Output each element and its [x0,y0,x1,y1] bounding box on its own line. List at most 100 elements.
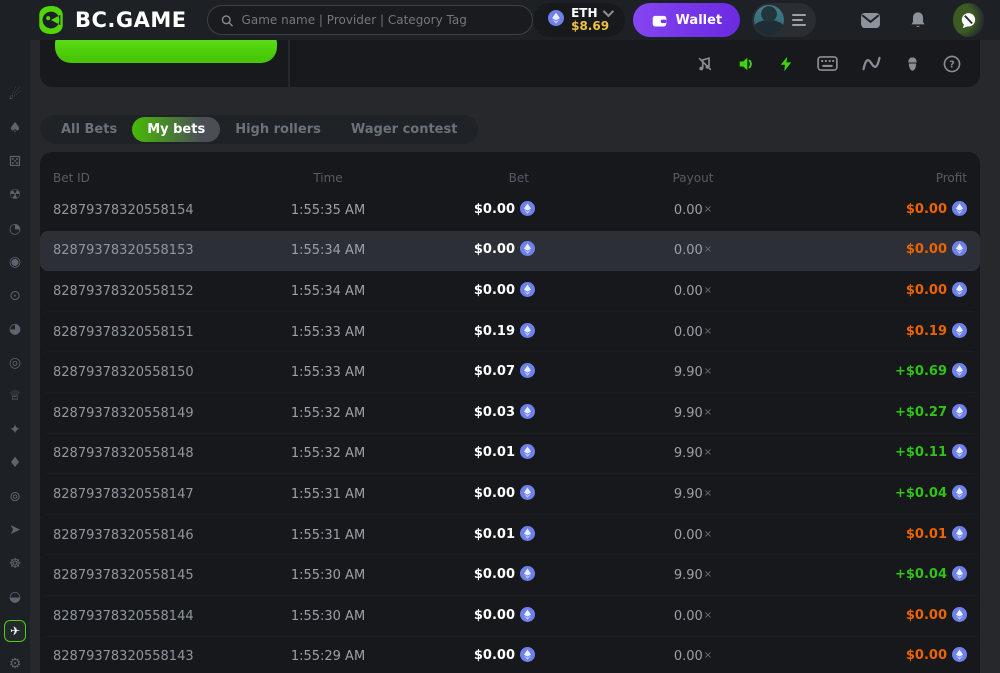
sidebar-item-ufo[interactable]: ◒ [0,581,30,615]
bet-row[interactable]: 82879378320558147 1:55:31 AM $0.00 9.90× +$0… [40,474,980,515]
profile-menu-icon [792,14,807,26]
eth-coin-icon [520,484,535,504]
profile-menu[interactable] [752,3,817,37]
eth-coin-icon [952,647,967,666]
bet-row[interactable]: 82879378320558148 1:55:32 AM $0.01 9.90× +$0… [40,434,980,475]
notifications-button[interactable] [909,11,927,30]
wallet-icon [652,15,666,26]
bcgame-logo-icon [39,5,63,35]
crash-classic-icon: ☄ [8,86,22,103]
bet-payout: 0.00× [673,649,713,665]
tab-wager-contest[interactable]: Wager contest [336,117,473,142]
bet-row[interactable]: 82879378320558145 1:55:30 AM $0.00 9.90× +$0… [40,555,980,596]
dice-icon: ⚄ [8,153,22,170]
bet-payout: 9.90× [673,486,713,502]
search-icon [221,14,233,26]
col-bet: Bet [508,170,529,185]
tab-high-rollers[interactable]: High rollers [220,117,336,142]
bet-time: 1:55:34 AM [290,243,366,259]
turbo-icon[interactable] [778,55,794,73]
bet-profit: $0.00 [833,200,967,220]
bets-table-body: 82879378320558154 1:55:35 AM $0.00 0.00× $0.… [40,190,980,673]
multiplier-suffix: × [703,406,713,418]
eth-coin-icon [520,281,535,301]
eth-coin-icon [952,484,967,504]
help-icon[interactable]: ? [943,55,961,73]
sidebar-item-coinflip[interactable]: ◎ [0,346,30,380]
game-search[interactable] [206,5,534,35]
sidebar-item-plinko[interactable]: ◉ [0,246,30,280]
chat-icon [961,12,976,28]
logo-text: BC.GAME [75,8,187,32]
bet-row[interactable]: 82879378320558151 1:55:33 AM $0.19 0.00× $0.… [40,312,980,353]
sidebar-item-video-poker[interactable]: ♦ [0,447,30,481]
messages-button[interactable] [860,12,881,29]
avatar[interactable] [754,5,785,35]
sidebar-item-mines[interactable]: ☢ [0,179,30,213]
trends-icon[interactable] [861,56,882,71]
bet-button[interactable] [55,40,277,63]
chat-button[interactable] [953,3,984,37]
tab-my-bets[interactable]: My bets [132,117,221,142]
sidebar: ☄ ♠ ⚄ ☢ ◔ ◉ ⊙ ◕ ◎ ♕ ✦ ♦ ⊚ ➤ ☸ ◒ ✈ ⚙ [0,40,30,673]
bet-profit: $0.19 [833,322,967,342]
multiplier-suffix: × [703,650,713,662]
eth-coin-icon [520,606,535,626]
multiplier-suffix: × [703,366,713,378]
seeds-icon[interactable] [905,55,920,73]
balance-amount: $8.69 [571,19,610,33]
bet-profit: $0.00 [833,606,967,626]
bet-profit: +$0.04 [833,566,967,585]
bet-amount: $0.19 [403,322,553,342]
eth-coin-icon [520,241,535,260]
wallet-label: Wallet [675,12,723,28]
bet-time: 1:55:32 AM [290,446,366,462]
sidebar-item-slots[interactable]: ⚙ [0,648,30,673]
eth-coin-icon [952,241,967,260]
bet-row[interactable]: 82879378320558150 1:55:33 AM $0.07 9.90× +$0… [40,352,980,393]
sidebar-item-bomb[interactable]: ✦ [0,413,30,447]
eth-coin-icon [548,10,565,30]
multiplier-suffix: × [703,609,713,621]
bet-amount: $0.00 [403,647,553,666]
sidebar-item-samurai[interactable]: ♕ [0,380,30,414]
bet-row[interactable]: 82879378320558149 1:55:32 AM $0.03 9.90× +$0… [40,393,980,434]
sound-icon[interactable] [737,55,755,73]
currency-selector[interactable]: ETH $8.69 [533,3,625,37]
eth-coin-icon [952,525,967,545]
chevron-down-icon [602,6,614,18]
eth-coin-icon [952,403,967,423]
sidebar-item-limbo[interactable]: ◔ [0,212,30,246]
eth-coin-icon [952,566,967,585]
limbo-icon: ◔ [8,220,22,237]
sidebar-item-crash-classic[interactable]: ☄ [0,78,30,112]
samurai-icon: ♕ [8,388,22,405]
bet-row[interactable]: 82879378320558144 1:55:30 AM $0.00 0.00× $0.… [40,596,980,637]
bet-row[interactable]: 82879378320558152 1:55:34 AM $0.00 0.00× $0.… [40,271,980,312]
sidebar-item-wheel[interactable]: ☸ [0,547,30,581]
multiplier-suffix: × [703,487,713,499]
bet-row[interactable]: 82879378320558146 1:55:31 AM $0.01 0.00× $0.… [40,515,980,556]
sidebar-item-keno[interactable]: ⊚ [0,480,30,514]
main-content: ? All Bets My bets High rollers Wager conte… [30,40,1000,673]
sidebar-item-crash-rocket[interactable]: ✈ [0,614,30,648]
bet-row[interactable]: 82879378320558154 1:55:35 AM $0.00 0.00× $0.… [40,190,980,231]
bet-amount: $0.00 [403,281,553,301]
sidebar-item-dice[interactable]: ⚄ [0,145,30,179]
eth-coin-icon [520,200,535,220]
tab-all-bets[interactable]: All Bets [46,117,132,142]
bet-amount: $0.01 [403,525,553,545]
bet-row[interactable]: 82879378320558153 1:55:34 AM $0.00 0.00× $0.… [40,230,980,272]
bet-row[interactable]: 82879378320558143 1:55:29 AM $0.00 0.00× $0.… [40,637,980,673]
bcgame-logo[interactable]: BC.GAME [36,5,187,35]
bet-amount: $0.00 [403,606,553,626]
sidebar-item-cards[interactable]: ♠ [0,112,30,146]
sidebar-item-egg[interactable]: ◕ [0,313,30,347]
music-off-icon[interactable] [696,55,714,73]
wallet-button[interactable]: Wallet [632,3,741,37]
search-input[interactable] [241,13,521,27]
sidebar-item-roulette[interactable]: ⊙ [0,279,30,313]
keyboard-icon[interactable] [817,56,838,71]
sidebar-item-torpedo[interactable]: ➤ [0,514,30,548]
bet-time: 1:55:33 AM [290,324,366,340]
